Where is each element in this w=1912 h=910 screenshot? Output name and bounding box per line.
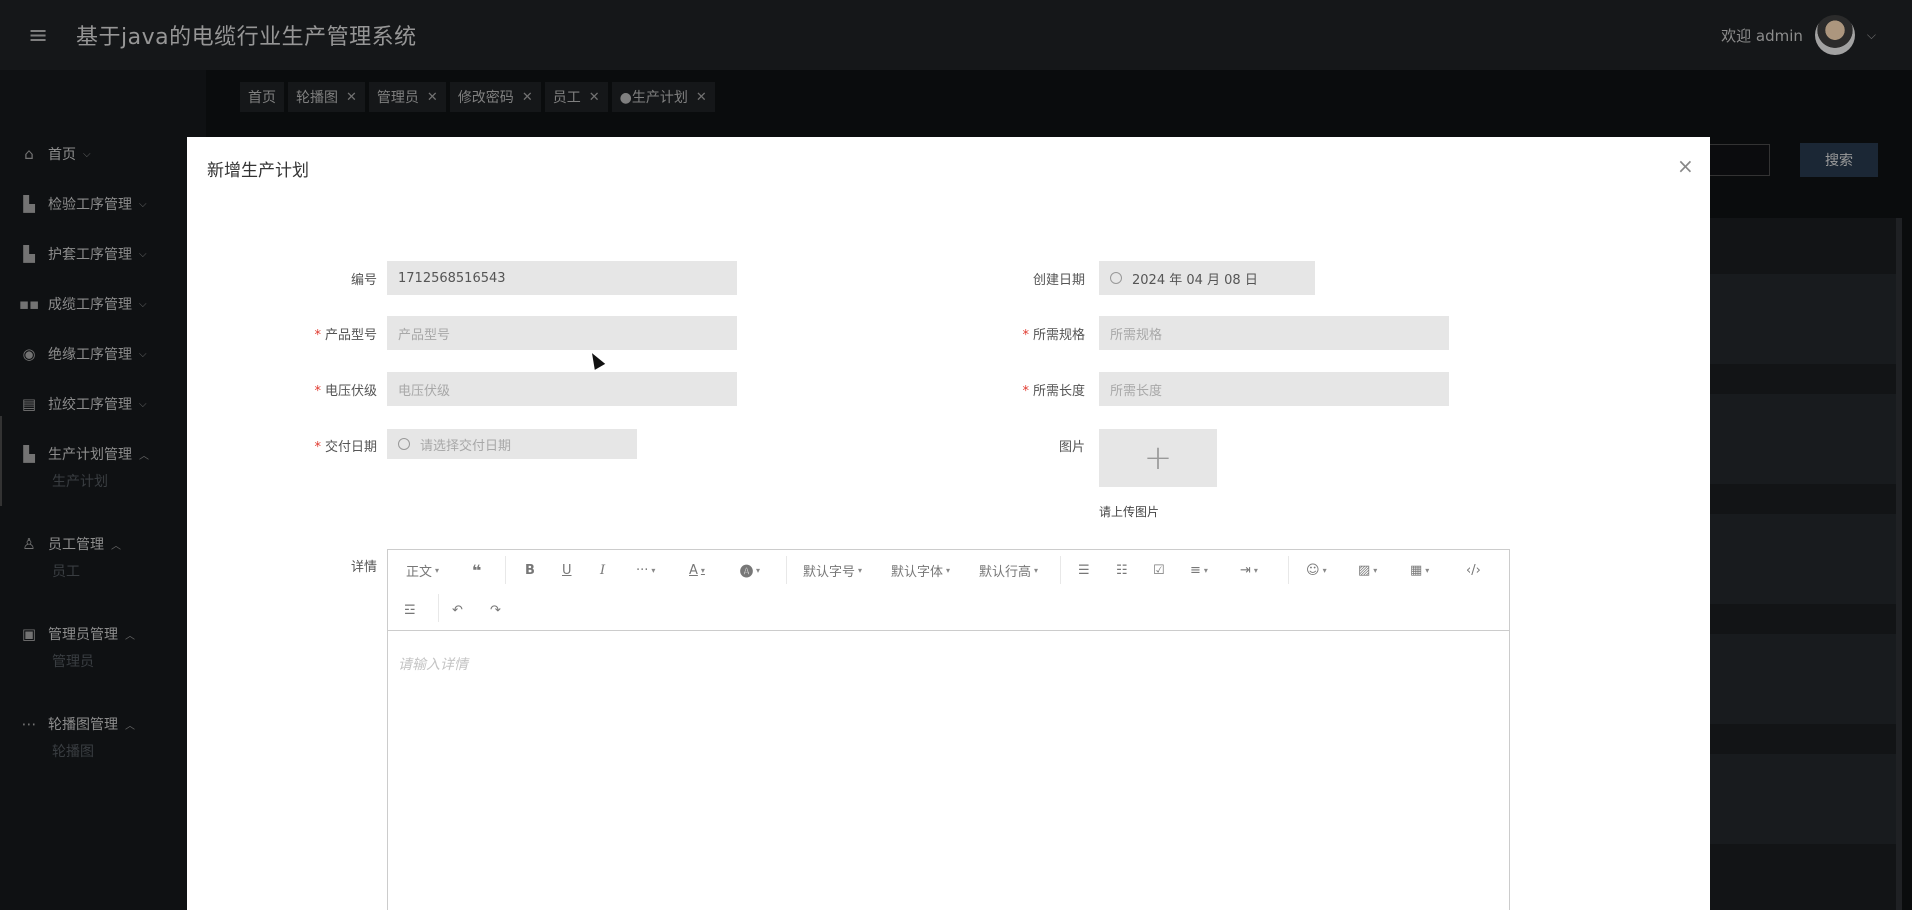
field-label: 编号 bbox=[350, 273, 377, 288]
dialog-title: 新增生产计划 bbox=[207, 161, 309, 181]
italic-icon[interactable]: I bbox=[600, 560, 605, 580]
field-label: * 交付日期 bbox=[314, 440, 377, 455]
created-date-field[interactable]: 2024 年 04 月 08 日 bbox=[1099, 261, 1315, 295]
numbered-list-icon[interactable]: ☷ bbox=[1116, 560, 1128, 580]
field-label: 图片 bbox=[1058, 440, 1085, 455]
close-icon[interactable]: × bbox=[1677, 154, 1694, 178]
clock-icon bbox=[398, 438, 410, 450]
add-plan-dialog: 新增生产计划 × 编号 1712568516543 创建日期 2024 年 04… bbox=[187, 137, 1710, 910]
field-label: 创建日期 bbox=[1032, 273, 1085, 288]
underline-icon[interactable]: U bbox=[562, 560, 572, 580]
field-label: * 产品型号 bbox=[314, 328, 377, 343]
voltage-input[interactable]: 电压伏级 bbox=[387, 372, 737, 406]
clock-icon bbox=[1110, 272, 1122, 284]
todo-icon[interactable]: ☑ bbox=[1153, 560, 1165, 580]
undo-icon[interactable]: ↶ bbox=[452, 600, 463, 620]
image-icon[interactable]: ▨ ▾ bbox=[1358, 560, 1377, 580]
background-color-icon[interactable]: 🅐 ▾ bbox=[740, 560, 760, 580]
quote-icon[interactable]: ❝ bbox=[472, 560, 481, 580]
bullet-list-icon[interactable]: ☰ bbox=[1078, 560, 1090, 580]
editor-placeholder: 请输入详情 bbox=[398, 657, 468, 673]
code-field[interactable]: 1712568516543 bbox=[387, 261, 737, 295]
rich-text-editor[interactable]: 正文 ▾ ❝ B U I ··· ▾ A ▾ 🅐 ▾ 默认字号 ▾ 默认字体 ▾ 默认行高 ▾… bbox=[387, 549, 1510, 910]
more-icon[interactable]: ··· ▾ bbox=[636, 560, 655, 580]
spec-input[interactable]: 所需规格 bbox=[1099, 316, 1449, 350]
upload-hint: 请上传图片 bbox=[1099, 505, 1160, 519]
field-label: * 所需规格 bbox=[1022, 328, 1085, 343]
length-input[interactable]: 所需长度 bbox=[1099, 372, 1449, 406]
align-icon[interactable]: ≡ ▾ bbox=[1190, 560, 1208, 580]
font-color-icon[interactable]: A ▾ bbox=[689, 560, 705, 580]
created-date-value: 2024 年 04 月 08 日 bbox=[1132, 272, 1258, 288]
redo-icon[interactable]: ↷ bbox=[490, 600, 501, 620]
product-model-input[interactable]: 产品型号 bbox=[387, 316, 737, 350]
delivery-date-placeholder: 请选择交付日期 bbox=[420, 438, 512, 454]
image-upload-button[interactable]: + bbox=[1099, 429, 1217, 487]
field-label: 详情 bbox=[350, 560, 377, 575]
indent-icon[interactable]: ⇥ ▾ bbox=[1240, 560, 1258, 580]
divider-icon[interactable]: ☲ bbox=[404, 600, 416, 620]
plus-icon: + bbox=[1143, 438, 1173, 478]
font-size-dropdown[interactable]: 默认字号 ▾ bbox=[803, 560, 862, 580]
bold-icon[interactable]: B bbox=[525, 560, 535, 580]
field-label: * 电压伏级 bbox=[314, 384, 377, 399]
font-family-dropdown[interactable]: 默认字体 ▾ bbox=[891, 560, 950, 580]
table-icon[interactable]: ▦ ▾ bbox=[1410, 560, 1429, 580]
paragraph-dropdown[interactable]: 正文 ▾ bbox=[406, 560, 439, 580]
editor-toolbar: 正文 ▾ ❝ B U I ··· ▾ A ▾ 🅐 ▾ 默认字号 ▾ 默认字体 ▾ 默认行高 ▾… bbox=[388, 550, 1509, 631]
delivery-date-picker[interactable]: 请选择交付日期 bbox=[387, 429, 637, 459]
field-label: * 所需长度 bbox=[1022, 384, 1085, 399]
code-icon[interactable]: ‹/› bbox=[1466, 560, 1481, 580]
emoji-icon[interactable]: ☺ ▾ bbox=[1306, 560, 1327, 580]
line-height-dropdown[interactable]: 默认行高 ▾ bbox=[979, 560, 1038, 580]
